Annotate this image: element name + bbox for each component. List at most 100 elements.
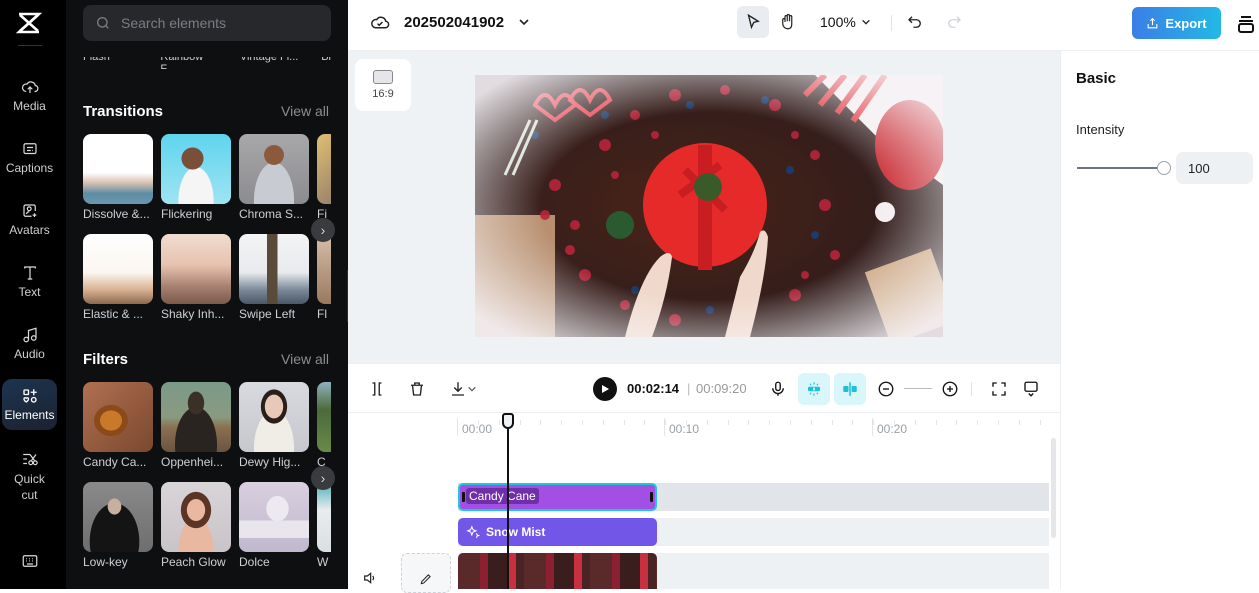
magnet-snap-toggle[interactable] [798,373,830,405]
sparkle-effect-icon [466,525,480,538]
transition-card[interactable]: Shaky Inh... [161,234,231,321]
nav-item-avatars[interactable]: Avatars [2,202,57,237]
playhead-handle[interactable] [502,413,514,429]
transition-card[interactable]: Chroma S... [239,134,309,221]
filter-thumbnail [317,382,331,452]
search-input[interactable]: Search elements [83,5,331,41]
record-voice-button[interactable] [767,378,789,400]
cover-edit-button[interactable] [401,553,451,593]
filter-card[interactable]: Peach Glow [161,482,231,569]
nav-label: Captions [5,161,54,175]
transition-card[interactable]: Fi [317,134,331,221]
play-button[interactable] [593,377,617,401]
filter-card[interactable]: Dolce [239,482,309,569]
video-preview[interactable] [475,75,943,337]
timeline-vertical-scrollbar[interactable] [1051,438,1056,538]
redo-button[interactable] [938,6,970,38]
preview-options-button[interactable] [1020,378,1042,400]
nav-item-text[interactable]: Text [2,264,57,299]
nav-label: Avatars [9,223,50,237]
basic-section-title: Basic [1076,70,1117,87]
ruler-label: 00:10 [669,422,700,436]
filters-view-all[interactable]: View all [281,351,329,367]
menu-button[interactable] [1236,14,1256,34]
nav-item-media[interactable]: Media [2,78,57,113]
microphone-icon [772,381,784,396]
left-nav: Media Captions Avatars Text Audio Elemen… [0,0,66,589]
video-clip[interactable] [458,553,657,589]
card-label: Candy Ca... [83,455,147,469]
transition-card[interactable]: Fl [317,234,331,321]
select-tool-button[interactable] [737,6,769,38]
filter-thumbnail [161,482,231,552]
elements-panel: Search elements Flash Rainbow F... Vinta… [66,0,348,589]
filter-card[interactable]: Dewy Hig... [239,382,309,469]
zoom-in-timeline-button[interactable] [939,378,961,400]
properties-panel: Basic Intensity 100 [1060,51,1259,589]
filter-clip-candy-cane[interactable]: Candy Cane [458,483,657,511]
intensity-slider-handle[interactable] [1157,161,1171,175]
project-name[interactable]: 202502041902 [404,14,504,31]
capcut-logo[interactable] [15,10,43,36]
timeline-zoom-slider[interactable] [904,388,932,389]
nav-item-captions[interactable]: Captions [2,140,57,175]
filters-next-button[interactable]: › [311,466,335,490]
filter-card[interactable]: Candy Ca... [83,382,153,469]
total-duration: 00:09:20 [696,381,747,396]
cloud-saved-icon [371,16,390,29]
transition-thumbnail [161,134,231,204]
filter-card[interactable]: W [317,482,331,569]
filter-thumbnail [317,482,331,552]
zoom-level-dropdown[interactable]: 100% [820,14,871,30]
zoom-out-timeline-button[interactable] [875,378,897,400]
nav-item-audio[interactable]: Audio [2,326,57,361]
delete-button[interactable] [406,378,428,400]
transition-card[interactable]: Elastic & ... [83,234,153,321]
filter-card[interactable]: C [317,382,331,469]
filter-card[interactable]: Oppenhei... [161,382,231,469]
music-icon [22,327,37,343]
redo-icon [948,16,961,28]
transition-card[interactable]: Flickering [161,134,231,221]
filters-grid: Candy Ca... Oppenhei... Dewy Hig... C Lo… [83,382,331,582]
toolbar-divider [971,382,972,396]
clip-trim-handle-right[interactable] [650,492,653,502]
timeline: 00:00 00:10 00:20 Candy Cane Snow Mist [348,413,1060,593]
aspect-ratio-button[interactable]: 16:9 [355,59,411,111]
playhead-line[interactable] [507,413,509,589]
hand-tool-button[interactable] [772,6,804,38]
filter-card[interactable]: Low-key [83,482,153,569]
ruler-tick [998,420,999,425]
intensity-slider-track[interactable] [1077,167,1164,169]
clip-trim-handle-left[interactable] [462,492,465,502]
audio-mute-button[interactable] [362,570,378,586]
transition-thumbnail [83,234,153,304]
transition-card[interactable]: Dissolve &... [83,134,153,221]
card-label: Flickering [161,207,213,221]
intensity-value-input[interactable]: 100 [1176,152,1253,184]
effect-clip-snow-mist[interactable]: Snow Mist [458,518,657,546]
split-align-toggle[interactable] [834,373,866,405]
keyboard-shortcuts-button[interactable] [2,552,57,573]
ruler-tick [873,420,874,425]
transitions-next-button[interactable]: › [311,218,335,242]
elements-icon [22,389,37,403]
download-dropdown-button[interactable] [445,378,481,400]
nav-label: Quick cut [14,472,45,502]
chevron-down-icon[interactable] [518,16,530,28]
undo-button[interactable] [899,6,931,38]
speaker-icon [364,572,375,584]
nav-item-quick-cut[interactable]: Quick cut [2,450,57,503]
split-button[interactable] [366,378,388,400]
ruler-tick [644,420,645,425]
nav-item-elements[interactable]: Elements [2,379,57,430]
align-center-icon [843,382,857,396]
transitions-view-all[interactable]: View all [281,103,329,119]
transition-card[interactable]: Swipe Left [239,234,309,321]
snap-icon [808,382,820,396]
transitions-title: Transitions [83,103,164,120]
export-button[interactable]: Export [1132,7,1221,39]
fullscreen-button[interactable] [988,378,1010,400]
ruler-tick [894,420,895,425]
upload-icon [1148,17,1158,28]
